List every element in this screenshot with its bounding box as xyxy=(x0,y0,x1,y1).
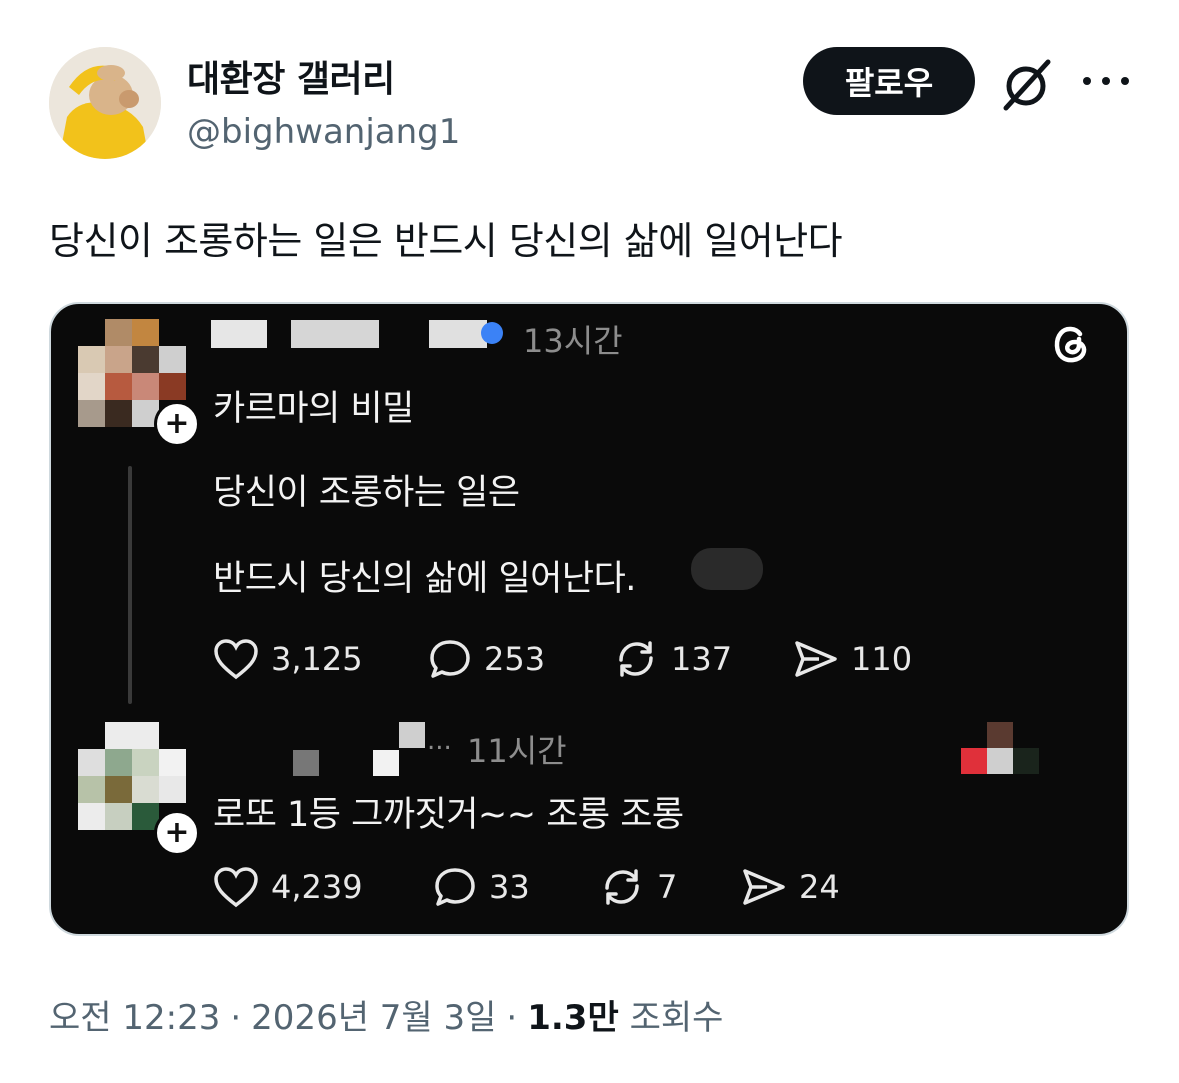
comment-icon xyxy=(435,868,475,906)
repost-stat[interactable]: 137 xyxy=(613,638,732,680)
views-label: 조회수 xyxy=(629,998,724,1038)
embedded-image[interactable]: + 13시간 카르마의 비밀 당신이 조롱하는 일은 반드시 당신의 삶에 일어… xyxy=(49,302,1129,936)
post-line-3: 반드시 당신의 삶에 일어난다. xyxy=(213,559,636,599)
threads-logo-icon xyxy=(1048,320,1094,366)
share-stat[interactable]: 110 xyxy=(793,638,912,680)
post-line-2: 당신이 조롱하는 일은 xyxy=(213,473,520,513)
more-dots-icon[interactable] xyxy=(1083,66,1129,96)
tweet-meta: 오전 12:23 · 2026년 7월 3일 · 1.3만 조회수 xyxy=(49,990,723,1039)
repost-count: 137 xyxy=(671,640,733,678)
blurred-sticker xyxy=(961,722,1041,776)
avatar[interactable] xyxy=(49,47,161,159)
like-count: 3,125 xyxy=(271,640,363,678)
like-stat[interactable]: 3,125 xyxy=(213,638,363,680)
blurred-username xyxy=(293,750,319,776)
tweet-text: 당신이 조롱하는 일은 반드시 당신의 삶에 일어난다 xyxy=(49,219,843,263)
author-display-name[interactable]: 대환장 갤러리 xyxy=(187,50,395,102)
like-stat[interactable]: 4,239 xyxy=(213,866,363,908)
comment-count: 33 xyxy=(489,868,530,906)
follow-button[interactable]: 팔로우 xyxy=(803,47,975,115)
author-handle[interactable]: @bighwanjang1 xyxy=(187,112,460,152)
like-count: 4,239 xyxy=(271,868,363,906)
repost-count: 7 xyxy=(657,868,678,906)
slashed-circle-icon[interactable] xyxy=(998,56,1054,112)
post-time: 13시간 xyxy=(523,322,623,360)
separator: · xyxy=(230,998,242,1038)
follow-plus-icon[interactable]: + xyxy=(154,810,200,856)
comment-count: 253 xyxy=(484,640,546,678)
heart-icon xyxy=(214,639,258,680)
send-icon xyxy=(795,641,837,677)
share-count: 110 xyxy=(851,640,913,678)
repost-stat[interactable]: 7 xyxy=(599,866,677,908)
blurred-username xyxy=(211,320,267,348)
separator: · xyxy=(506,998,518,1038)
tweet-time[interactable]: 오전 12:23 xyxy=(49,990,220,1039)
share-stat[interactable]: 24 xyxy=(741,866,840,908)
views-count: 1.3만 xyxy=(527,998,619,1038)
verified-badge-icon xyxy=(481,322,503,344)
comment-stat[interactable]: 253 xyxy=(428,638,545,680)
follow-plus-icon[interactable]: + xyxy=(154,401,200,447)
send-icon xyxy=(743,869,785,905)
thread-connector xyxy=(128,466,132,704)
post-line-1: 카르마의 비밀 xyxy=(213,389,414,429)
tweet-date[interactable]: 2026년 7월 3일 xyxy=(251,990,496,1039)
blurred-emoji xyxy=(691,548,763,590)
repost-icon xyxy=(605,869,639,905)
repost-icon xyxy=(619,641,653,677)
comment-icon xyxy=(430,640,470,678)
heart-icon xyxy=(214,867,258,908)
comment-stat[interactable]: 33 xyxy=(433,866,530,908)
post-time: 11시간 xyxy=(467,732,567,770)
reply-text: 로또 1등 그까짓거~~ 조롱 조롱 xyxy=(213,795,684,835)
share-count: 24 xyxy=(799,868,840,906)
